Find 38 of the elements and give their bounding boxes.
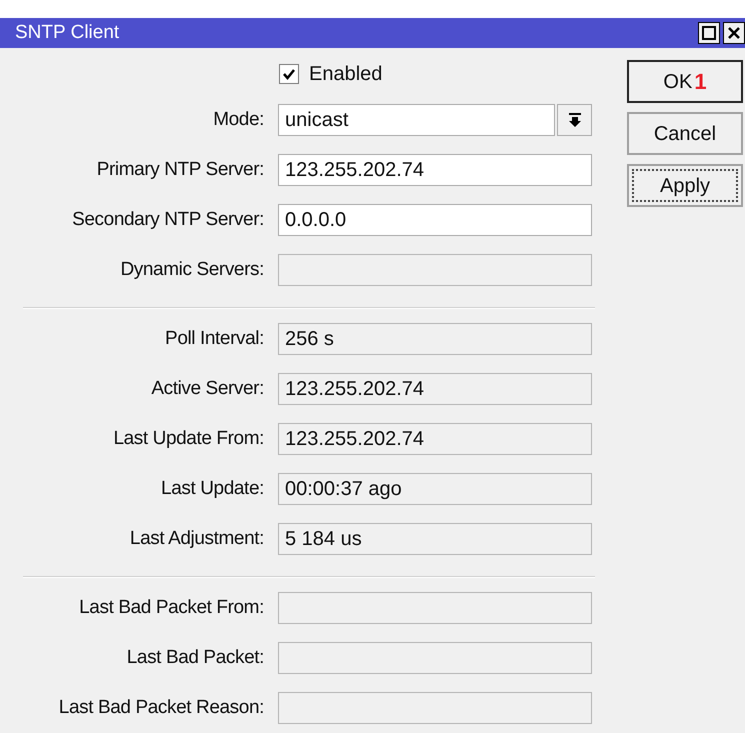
field-label: Primary NTP Server:	[96, 158, 265, 182]
text-field[interactable]	[278, 692, 592, 724]
dialog-button[interactable]: Cancel	[627, 112, 743, 155]
field-label: Last Adjustment:	[128, 526, 265, 551]
arrow-down-icon	[568, 113, 580, 127]
text-field[interactable]	[278, 592, 592, 624]
dialog-button[interactable]: OK1	[627, 60, 743, 103]
field-label: Secondary NTP Server:	[71, 208, 265, 232]
field-label: Poll Interval:	[164, 326, 265, 351]
text-field[interactable]: 00:00:37 ago	[278, 473, 592, 505]
field-label: Dynamic Servers:	[119, 258, 265, 282]
text-field[interactable]: 123.255.202.74	[278, 423, 592, 455]
mode-dropdown[interactable]: unicast	[278, 104, 555, 136]
maximize-button[interactable]	[698, 22, 720, 44]
dropdown-button[interactable]	[557, 104, 592, 136]
text-field[interactable]: 5 184 us	[278, 523, 592, 555]
text-field[interactable]: 256 s	[278, 323, 592, 355]
close-button[interactable]	[723, 22, 745, 44]
maximize-icon	[702, 26, 716, 40]
text-field[interactable]: 123.255.202.74	[278, 154, 592, 186]
dialog-button[interactable]: Apply	[627, 164, 743, 207]
field-label: Last Bad Packet From:	[78, 596, 265, 620]
field-label: Last Bad Packet:	[126, 646, 265, 670]
field-label: Last Bad Packet Reason:	[58, 696, 265, 720]
close-icon	[727, 26, 741, 40]
checkbox-label: Enabled	[309, 62, 382, 87]
text-field[interactable]: 123.255.202.74	[278, 373, 592, 405]
field-label: Last Update From:	[112, 426, 265, 451]
enabled-checkbox[interactable]	[279, 64, 299, 84]
field-label: Last Update:	[160, 476, 265, 501]
text-field[interactable]: 0.0.0.0	[278, 204, 592, 236]
checkmark-icon	[282, 67, 296, 81]
annotation-number: 1	[694, 68, 707, 96]
window-title: SNTP Client	[15, 20, 120, 45]
text-field[interactable]	[278, 254, 592, 286]
text-field[interactable]	[278, 642, 592, 674]
field-label: Active Server:	[150, 376, 265, 401]
field-label: Mode:	[212, 108, 265, 132]
